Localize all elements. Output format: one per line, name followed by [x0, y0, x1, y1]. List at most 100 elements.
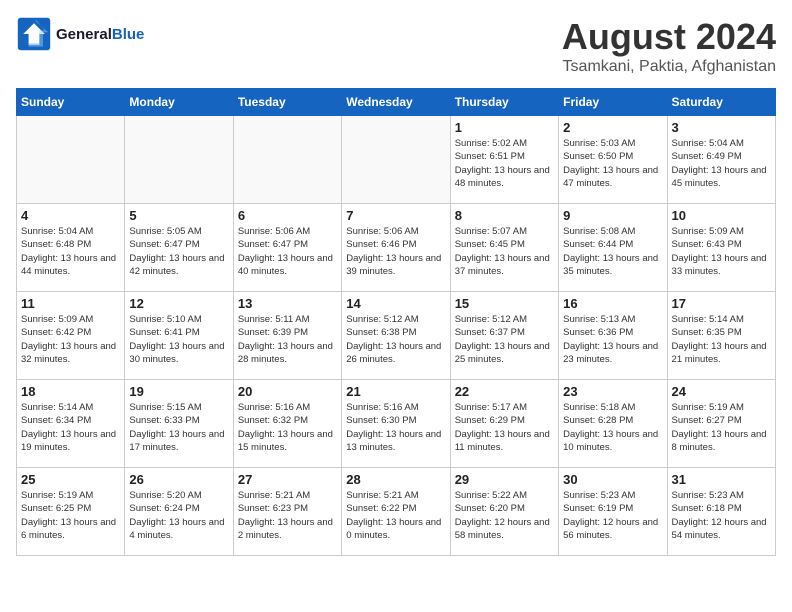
day-number: 1	[455, 120, 554, 135]
calendar-day-cell: 8 Sunrise: 5:07 AMSunset: 6:45 PMDaylight…	[450, 204, 558, 292]
calendar-day-cell: 26 Sunrise: 5:20 AMSunset: 6:24 PMDayligh…	[125, 468, 233, 556]
day-number: 26	[129, 472, 228, 487]
calendar-day-cell	[342, 116, 450, 204]
day-number: 15	[455, 296, 554, 311]
calendar-day-cell: 6 Sunrise: 5:06 AMSunset: 6:47 PMDaylight…	[233, 204, 341, 292]
day-number: 4	[21, 208, 120, 223]
calendar-day-cell: 17 Sunrise: 5:14 AMSunset: 6:35 PMDayligh…	[667, 292, 775, 380]
calendar-day-cell: 3 Sunrise: 5:04 AMSunset: 6:49 PMDaylight…	[667, 116, 775, 204]
calendar-day-cell: 31 Sunrise: 5:23 AMSunset: 6:18 PMDayligh…	[667, 468, 775, 556]
day-number: 18	[21, 384, 120, 399]
day-number: 29	[455, 472, 554, 487]
day-number: 16	[563, 296, 662, 311]
main-title: August 2024	[562, 16, 776, 58]
day-info: Sunrise: 5:04 AMSunset: 6:49 PMDaylight:…	[672, 137, 771, 190]
calendar-day-cell: 13 Sunrise: 5:11 AMSunset: 6:39 PMDayligh…	[233, 292, 341, 380]
day-number: 5	[129, 208, 228, 223]
calendar-day-cell: 7Sunrise: 5:06 AMSunset: 6:46 PMDaylight…	[342, 204, 450, 292]
calendar-day-header: Wednesday	[342, 89, 450, 116]
calendar-day-cell: 4 Sunrise: 5:04 AMSunset: 6:48 PMDaylight…	[17, 204, 125, 292]
day-number: 6	[238, 208, 337, 223]
calendar-day-header: Saturday	[667, 89, 775, 116]
day-info: Sunrise: 5:06 AMSunset: 6:46 PMDaylight:…	[346, 225, 445, 278]
day-number: 17	[672, 296, 771, 311]
calendar-day-cell: 2Sunrise: 5:03 AMSunset: 6:50 PMDaylight…	[559, 116, 667, 204]
calendar-day-cell: 15 Sunrise: 5:12 AMSunset: 6:37 PMDayligh…	[450, 292, 558, 380]
calendar-day-cell: 18Sunrise: 5:14 AMSunset: 6:34 PMDayligh…	[17, 380, 125, 468]
calendar-day-header: Thursday	[450, 89, 558, 116]
day-number: 9	[563, 208, 662, 223]
day-number: 14	[346, 296, 445, 311]
day-info: Sunrise: 5:06 AMSunset: 6:47 PMDaylight:…	[238, 225, 337, 278]
day-number: 19	[129, 384, 228, 399]
day-number: 3	[672, 120, 771, 135]
day-info: Sunrise: 5:19 AMSunset: 6:27 PMDaylight:…	[672, 401, 771, 454]
day-info: Sunrise: 5:22 AMSunset: 6:20 PMDaylight:…	[455, 489, 554, 542]
day-info: Sunrise: 5:21 AMSunset: 6:22 PMDaylight:…	[346, 489, 445, 542]
day-info: Sunrise: 5:02 AMSunset: 6:51 PMDaylight:…	[455, 137, 554, 190]
calendar-table: SundayMondayTuesdayWednesdayThursdayFrid…	[16, 88, 776, 556]
day-info: Sunrise: 5:04 AMSunset: 6:48 PMDaylight:…	[21, 225, 120, 278]
calendar-week-row: 18Sunrise: 5:14 AMSunset: 6:34 PMDayligh…	[17, 380, 776, 468]
day-number: 12	[129, 296, 228, 311]
day-number: 30	[563, 472, 662, 487]
day-info: Sunrise: 5:20 AMSunset: 6:24 PMDaylight:…	[129, 489, 228, 542]
day-info: Sunrise: 5:23 AMSunset: 6:19 PMDaylight:…	[563, 489, 662, 542]
day-number: 27	[238, 472, 337, 487]
day-number: 13	[238, 296, 337, 311]
day-info: Sunrise: 5:23 AMSunset: 6:18 PMDaylight:…	[672, 489, 771, 542]
calendar-week-row: 1 Sunrise: 5:02 AMSunset: 6:51 PMDaylight…	[17, 116, 776, 204]
calendar-day-cell	[125, 116, 233, 204]
day-number: 11	[21, 296, 120, 311]
day-info: Sunrise: 5:05 AMSunset: 6:47 PMDaylight:…	[129, 225, 228, 278]
day-info: Sunrise: 5:21 AMSunset: 6:23 PMDaylight:…	[238, 489, 337, 542]
calendar-day-cell: 9 Sunrise: 5:08 AMSunset: 6:44 PMDaylight…	[559, 204, 667, 292]
day-info: Sunrise: 5:09 AMSunset: 6:43 PMDaylight:…	[672, 225, 771, 278]
day-info: Sunrise: 5:14 AMSunset: 6:35 PMDaylight:…	[672, 313, 771, 366]
logo-icon	[16, 16, 52, 52]
calendar-day-cell: 23Sunrise: 5:18 AMSunset: 6:28 PMDayligh…	[559, 380, 667, 468]
day-info: Sunrise: 5:08 AMSunset: 6:44 PMDaylight:…	[563, 225, 662, 278]
calendar-day-header: Tuesday	[233, 89, 341, 116]
day-number: 8	[455, 208, 554, 223]
calendar-day-cell: 5 Sunrise: 5:05 AMSunset: 6:47 PMDaylight…	[125, 204, 233, 292]
day-info: Sunrise: 5:11 AMSunset: 6:39 PMDaylight:…	[238, 313, 337, 366]
day-info: Sunrise: 5:19 AMSunset: 6:25 PMDaylight:…	[21, 489, 120, 542]
calendar-day-cell: 30 Sunrise: 5:23 AMSunset: 6:19 PMDayligh…	[559, 468, 667, 556]
calendar-day-cell: 10Sunrise: 5:09 AMSunset: 6:43 PMDayligh…	[667, 204, 775, 292]
calendar-day-cell: 20Sunrise: 5:16 AMSunset: 6:32 PMDayligh…	[233, 380, 341, 468]
day-number: 24	[672, 384, 771, 399]
calendar-day-cell: 27 Sunrise: 5:21 AMSunset: 6:23 PMDayligh…	[233, 468, 341, 556]
calendar-day-cell	[17, 116, 125, 204]
day-info: Sunrise: 5:12 AMSunset: 6:38 PMDaylight:…	[346, 313, 445, 366]
day-info: Sunrise: 5:10 AMSunset: 6:41 PMDaylight:…	[129, 313, 228, 366]
day-number: 31	[672, 472, 771, 487]
calendar-day-cell: 19Sunrise: 5:15 AMSunset: 6:33 PMDayligh…	[125, 380, 233, 468]
calendar-day-cell: 24 Sunrise: 5:19 AMSunset: 6:27 PMDayligh…	[667, 380, 775, 468]
day-info: Sunrise: 5:07 AMSunset: 6:45 PMDaylight:…	[455, 225, 554, 278]
day-info: Sunrise: 5:12 AMSunset: 6:37 PMDaylight:…	[455, 313, 554, 366]
day-info: Sunrise: 5:16 AMSunset: 6:30 PMDaylight:…	[346, 401, 445, 454]
subtitle: Tsamkani, Paktia, Afghanistan	[562, 58, 776, 76]
calendar-day-cell: 11Sunrise: 5:09 AMSunset: 6:42 PMDayligh…	[17, 292, 125, 380]
calendar-day-cell: 28 Sunrise: 5:21 AMSunset: 6:22 PMDayligh…	[342, 468, 450, 556]
calendar-day-cell: 12 Sunrise: 5:10 AMSunset: 6:41 PMDayligh…	[125, 292, 233, 380]
calendar-week-row: 25 Sunrise: 5:19 AMSunset: 6:25 PMDayligh…	[17, 468, 776, 556]
day-number: 28	[346, 472, 445, 487]
calendar-day-cell: 29 Sunrise: 5:22 AMSunset: 6:20 PMDayligh…	[450, 468, 558, 556]
calendar-header-row: SundayMondayTuesdayWednesdayThursdayFrid…	[17, 89, 776, 116]
calendar-day-cell: 14 Sunrise: 5:12 AMSunset: 6:38 PMDayligh…	[342, 292, 450, 380]
calendar-day-header: Friday	[559, 89, 667, 116]
title-section: August 2024 Tsamkani, Paktia, Afghanista…	[562, 16, 776, 76]
calendar-week-row: 11Sunrise: 5:09 AMSunset: 6:42 PMDayligh…	[17, 292, 776, 380]
day-number: 2	[563, 120, 662, 135]
logo: GeneralBlue	[16, 16, 144, 52]
calendar-day-cell: 25 Sunrise: 5:19 AMSunset: 6:25 PMDayligh…	[17, 468, 125, 556]
page-header: GeneralBlue August 2024 Tsamkani, Paktia…	[16, 16, 776, 76]
calendar-day-cell: 1 Sunrise: 5:02 AMSunset: 6:51 PMDaylight…	[450, 116, 558, 204]
calendar-week-row: 4 Sunrise: 5:04 AMSunset: 6:48 PMDaylight…	[17, 204, 776, 292]
day-info: Sunrise: 5:17 AMSunset: 6:29 PMDaylight:…	[455, 401, 554, 454]
day-info: Sunrise: 5:16 AMSunset: 6:32 PMDaylight:…	[238, 401, 337, 454]
day-number: 25	[21, 472, 120, 487]
calendar-day-cell: 16Sunrise: 5:13 AMSunset: 6:36 PMDayligh…	[559, 292, 667, 380]
